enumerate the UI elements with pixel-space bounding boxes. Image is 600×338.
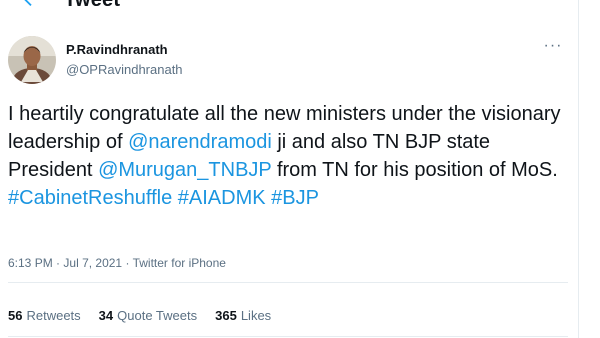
- hashtag-link[interactable]: #AIADMK: [178, 187, 266, 209]
- tweet: P.Ravindhranath @OPRavindhranath ··· I h…: [0, 20, 578, 338]
- hashtag-link[interactable]: #CabinetReshuffle: [8, 187, 172, 209]
- profile-avatar-icon: [8, 36, 56, 84]
- hashtag-link[interactable]: #BJP: [271, 187, 319, 209]
- mention-link[interactable]: @narendramodi: [128, 131, 272, 153]
- author-name[interactable]: P.Ravindhranath: [66, 42, 168, 57]
- meta-separator: ·: [125, 256, 130, 270]
- tweet-time[interactable]: 6:13 PM: [8, 256, 53, 270]
- tweet-stats: 56 Retweets 34 Quote Tweets 365 Likes: [8, 308, 271, 323]
- tweet-source[interactable]: Twitter for iPhone: [133, 256, 226, 270]
- mention-link[interactable]: @Murugan_TNBJP: [98, 159, 271, 181]
- quote-tweets-stat[interactable]: 34 Quote Tweets: [99, 308, 197, 323]
- meta-separator: ·: [56, 256, 61, 270]
- tweet-meta: 6:13 PM · Jul 7, 2021 · Twitter for iPho…: [8, 256, 226, 270]
- divider: [8, 336, 568, 337]
- more-horizontal-icon[interactable]: ···: [541, 36, 565, 56]
- author-handle[interactable]: @OPRavindhranath: [66, 62, 183, 77]
- retweets-stat[interactable]: 56 Retweets: [8, 308, 81, 323]
- page-title: Tweet: [64, 0, 121, 11]
- tweet-text-segment: from TN for his position of MoS.: [271, 159, 558, 181]
- tweet-text: I heartily congratulate all the new mini…: [8, 100, 568, 212]
- tweet-date[interactable]: Jul 7, 2021: [63, 256, 122, 270]
- page-header: Tweet: [0, 0, 578, 14]
- arrow-left-icon[interactable]: [20, 0, 42, 10]
- divider: [8, 282, 568, 283]
- likes-stat[interactable]: 365 Likes: [215, 308, 271, 323]
- avatar[interactable]: [8, 36, 56, 84]
- column-border: [578, 0, 579, 338]
